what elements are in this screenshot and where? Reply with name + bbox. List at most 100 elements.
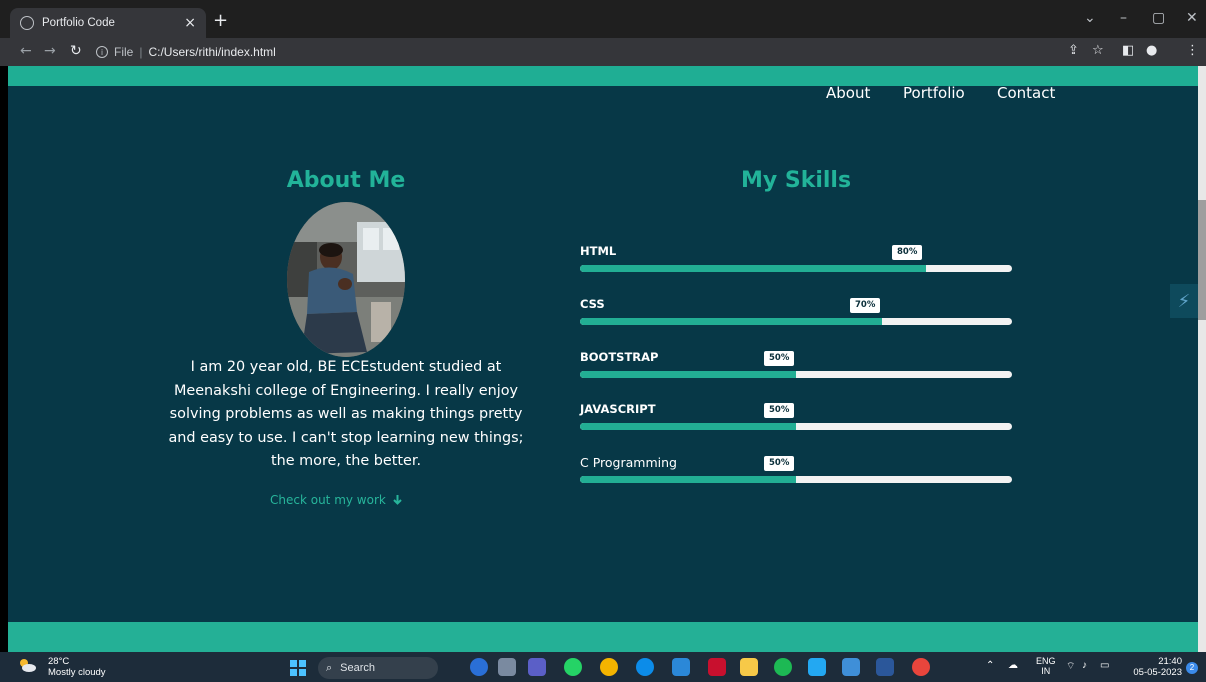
windows-taskbar: 28°C Mostly cloudy ⌕ Search ⌃ ☁ ENG IN ⌔… [0,652,1206,682]
notification-badge[interactable]: 2 [1186,662,1198,674]
nav-contact[interactable]: Contact [997,84,1055,102]
forward-button[interactable]: → [44,44,56,58]
skill-progress-track [580,371,1012,378]
tab-title: Portfolio Code [42,17,115,29]
skill-percent-badge: 50% [764,456,795,471]
skill-progress-fill [580,265,926,272]
profile-icon[interactable]: ● [1146,44,1157,58]
edge-icon[interactable] [636,658,654,676]
page-scrollbar-thumb[interactable] [1198,200,1206,320]
nav-about[interactable]: About [826,84,870,102]
skill-bootstrap: BOOTSTRAP 50% [580,350,1012,390]
skill-html: HTML 80% [580,244,1012,284]
wifi-icon[interactable]: ⌔ [1066,660,1075,673]
clock-date: 05-05-2023 [1133,667,1182,678]
weather-temperature: 28°C [48,656,70,667]
cta-label: Check out my work [270,493,386,507]
about-bio: I am 20 year old, BE ECEstudent studied … [168,359,524,469]
volume-icon[interactable]: ♪ [1082,660,1087,671]
language-region: IN [1041,666,1051,676]
about-heading: About Me [286,168,406,193]
skill-percent-badge: 50% [764,403,795,418]
skill-name: BOOTSTRAP [580,350,659,364]
profile-photo [287,202,405,357]
header-band [8,66,1198,86]
onedrive-icon[interactable]: ☁ [1008,660,1018,671]
restore-button[interactable]: ▢ [1152,10,1165,26]
tab-search-chevron-icon[interactable]: ⌄ [1084,10,1096,26]
arrow-down-icon [392,495,402,505]
close-window-button[interactable]: ✕ [1186,10,1198,26]
bookmark-star-icon[interactable]: ☆ [1092,44,1104,58]
taskbar-search[interactable]: ⌕ Search [318,657,438,679]
address-path: C:/Users/rithi/index.html [148,45,276,59]
skill-css: CSS 70% [580,297,1012,337]
taskbar-search-label: Search [340,662,376,674]
info-icon[interactable]: i [96,46,108,58]
address-bar[interactable]: i File | C:/Users/rithi/index.html [96,41,1196,63]
side-panel-icon[interactable]: ◧ [1122,44,1134,58]
globe-icon [20,16,34,30]
skill-name: CSS [580,297,605,311]
skill-javascript: JAVASCRIPT 50% [580,402,1012,442]
extension-sidebar-icon[interactable]: ⚡ [1170,284,1198,318]
tab-close-button[interactable]: × [184,15,196,31]
skill-progress-fill [580,476,796,483]
browser-tab[interactable]: Portfolio Code × [10,8,206,38]
file-explorer-icon[interactable] [740,658,758,676]
back-button[interactable]: ← [20,44,32,58]
browser-toolbar: ← → ↻ i File | C:/Users/rithi/index.html… [0,38,1206,66]
vscode-icon[interactable] [808,658,826,676]
skill-progress-fill [580,371,796,378]
skill-c-programming: C Programming 50% [580,455,1012,495]
whatsapp-icon[interactable] [564,658,582,676]
skill-progress-track [580,423,1012,430]
skill-percent-badge: 70% [850,298,881,313]
chrome-active-icon[interactable] [912,658,930,676]
check-out-my-work-link[interactable]: Check out my work [270,493,403,507]
skill-name: C Programming [580,455,677,470]
spotify-icon[interactable] [774,658,792,676]
reload-button[interactable]: ↻ [70,44,82,58]
share-icon[interactable]: ⇪ [1068,44,1079,58]
teams-icon[interactable] [528,658,546,676]
battery-icon[interactable]: ▭ [1100,660,1109,671]
language-indicator[interactable]: ENG IN [1036,656,1056,676]
skill-progress-track [580,265,1012,272]
word-icon[interactable] [876,658,894,676]
new-tab-button[interactable]: + [213,12,228,30]
clock-time: 21:40 [1158,656,1182,667]
cloud-sun-icon [20,659,36,672]
tray-overflow-icon[interactable]: ⌃ [986,660,994,671]
store-icon[interactable] [672,658,690,676]
windows-start-button[interactable] [290,660,306,676]
mcafee-icon[interactable] [708,658,726,676]
skill-percent-badge: 80% [892,245,923,260]
browser-menu-icon[interactable]: ⋮ [1186,44,1199,58]
browser-tab-strip: Portfolio Code × + ⌄ – ▢ ✕ [0,0,1206,38]
taskbar-clock[interactable]: 21:40 05-05-2023 [1132,656,1182,678]
page-scrollbar[interactable] [1198,66,1206,652]
nav-portfolio[interactable]: Portfolio [903,84,965,102]
minimize-button[interactable]: – [1120,10,1127,26]
bing-icon[interactable] [470,658,488,676]
task-view-icon[interactable] [498,658,516,676]
skill-percent-badge: 50% [764,351,795,366]
skill-progress-track [580,318,1012,325]
skill-progress-fill [580,423,796,430]
footer-band [8,622,1198,652]
address-separator: | [139,45,143,59]
search-icon: ⌕ [326,661,333,674]
skill-name: HTML [580,244,617,258]
weather-condition: Mostly cloudy [48,667,106,678]
skill-progress-track [580,476,1012,483]
skill-progress-fill [580,318,883,325]
skills-heading: My Skills [740,168,852,193]
address-scheme: File [114,45,134,59]
photos-icon[interactable] [842,658,860,676]
web-page: About Portfolio Contact About Me I am 20… [8,66,1198,652]
language-code: ENG [1036,656,1056,666]
skill-name: JAVASCRIPT [580,402,656,416]
chrome-icon[interactable] [600,658,618,676]
profile-photo-image [287,202,405,357]
